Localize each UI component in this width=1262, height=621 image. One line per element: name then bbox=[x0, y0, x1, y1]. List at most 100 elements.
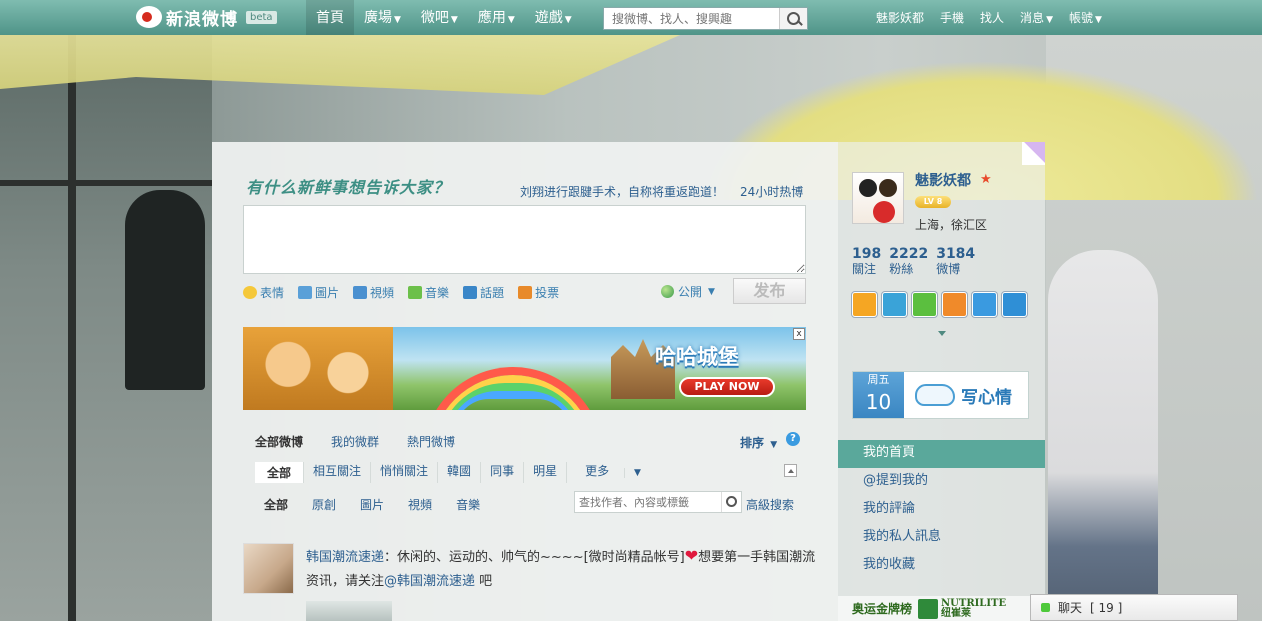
stat-followers[interactable]: 2222 粉絲 bbox=[889, 246, 928, 277]
people-app-icon[interactable] bbox=[1002, 292, 1027, 317]
chevron-down-icon: ▼ bbox=[507, 15, 515, 25]
ad-characters bbox=[243, 327, 393, 410]
weibo-logo[interactable]: 新浪微博 beta bbox=[136, 5, 277, 30]
feed-group-tabs: 全部 相互關注 悄悄關注 韓國 同事 明星 更多 ▼ bbox=[255, 462, 659, 483]
stat-following[interactable]: 198 關注 bbox=[852, 246, 881, 277]
search-icon[interactable] bbox=[779, 8, 807, 29]
group-secret[interactable]: 悄悄關注 bbox=[370, 462, 437, 483]
help-icon[interactable]: ? bbox=[786, 432, 800, 446]
nav-weiba[interactable]: 微吧 ▼ bbox=[411, 0, 468, 35]
ad-title: 哈哈城堡 bbox=[655, 345, 739, 369]
image-icon bbox=[298, 285, 313, 299]
profile-stats: 198 關注 2222 粉絲 3184 微博 bbox=[852, 246, 975, 277]
tool-video[interactable]: 視頻 bbox=[353, 283, 394, 301]
avatar[interactable] bbox=[243, 543, 294, 594]
beta-badge: beta bbox=[246, 10, 277, 24]
profile-name[interactable]: 魅影妖都 bbox=[915, 170, 971, 190]
search-icon[interactable] bbox=[721, 492, 741, 512]
nav-plaza[interactable]: 廣場 ▼ bbox=[354, 0, 411, 35]
weibo-eye-icon bbox=[136, 6, 162, 28]
nav-apps[interactable]: 應用 ▼ bbox=[468, 0, 525, 35]
close-icon[interactable]: x bbox=[793, 328, 805, 340]
group-colleagues[interactable]: 同事 bbox=[480, 462, 523, 483]
nav-find-people[interactable]: 找人 bbox=[972, 0, 1012, 35]
search-input[interactable] bbox=[604, 8, 779, 29]
background-person bbox=[1048, 250, 1158, 621]
composer-tools: 表情 圖片 視頻 音樂 話題 投票 bbox=[243, 283, 559, 301]
stat-posts[interactable]: 3184 微博 bbox=[936, 246, 975, 277]
nav-home[interactable]: 首頁 bbox=[306, 0, 354, 35]
tab-my-groups[interactable]: 我的微群 bbox=[331, 433, 379, 450]
group-more[interactable]: 更多 ▼ bbox=[566, 462, 659, 483]
type-images[interactable]: 圖片 bbox=[360, 496, 384, 513]
menu-favorites[interactable]: 我的收藏 bbox=[838, 552, 1045, 580]
star-app-icon[interactable] bbox=[852, 292, 877, 317]
avatar[interactable] bbox=[852, 172, 904, 224]
type-music[interactable]: 音樂 bbox=[456, 496, 480, 513]
menu-private-messages[interactable]: 我的私人訊息 bbox=[838, 524, 1045, 552]
gift-app-icon[interactable] bbox=[942, 292, 967, 317]
ad-rainbow bbox=[423, 367, 603, 410]
right-sidebar: 魅影妖都 ★ LV 8 上海，徐汇区 198 關注 2222 粉絲 3184 微博 周… bbox=[838, 142, 1045, 621]
feed-image[interactable] bbox=[306, 601, 392, 621]
feed-filter-input[interactable] bbox=[575, 492, 721, 512]
type-all[interactable]: 全部 bbox=[264, 496, 288, 513]
mood-widget[interactable]: 周五 10 写心情 bbox=[852, 371, 1029, 419]
photo-app-icon[interactable] bbox=[972, 292, 997, 317]
visibility-select[interactable]: 公開 ▼ bbox=[661, 283, 715, 300]
tool-image[interactable]: 圖片 bbox=[298, 283, 339, 301]
tool-topic[interactable]: 話題 bbox=[463, 283, 504, 301]
chevron-down-icon: ▼ bbox=[450, 15, 458, 25]
feed-author[interactable]: 韩国潮流速递 bbox=[306, 550, 384, 565]
chevron-down-icon[interactable] bbox=[938, 331, 946, 336]
feed-item-text: 韩国潮流速递：休闲的、运动的、帅气的~~~~[微时尚精品帐号]❤想要第一手韩国潮… bbox=[306, 546, 816, 589]
vip-badge-icon: ★ bbox=[980, 172, 992, 187]
tab-all-weibo[interactable]: 全部微博 bbox=[255, 433, 303, 450]
chevron-down-icon: ▼ bbox=[708, 286, 715, 297]
tab-hot-weibo[interactable]: 熱門微博 bbox=[407, 433, 455, 450]
hot-topic-link[interactable]: 刘翔进行跟腱手术，自称将重返跑道！ bbox=[520, 183, 724, 200]
tool-poll[interactable]: 投票 bbox=[518, 283, 559, 301]
sort-dropdown[interactable]: 排序 ▼ bbox=[740, 434, 777, 451]
tool-emoji[interactable]: 表情 bbox=[243, 283, 284, 301]
main-panel: 有什么新鲜事想告诉大家？ 刘翔进行跟腱手术，自称将重返跑道！ 24小时热博 表情… bbox=[212, 142, 838, 621]
type-video[interactable]: 視頻 bbox=[408, 496, 432, 513]
nav-messages[interactable]: 消息 ▼ bbox=[1012, 0, 1061, 35]
post-button[interactable]: 发布 bbox=[733, 278, 806, 304]
chat-bar[interactable]: 聊天 [ 19 ] bbox=[1030, 594, 1238, 621]
online-status-icon bbox=[1041, 603, 1050, 612]
feed-type-tabs: 全部 原創 圖片 視頻 音樂 bbox=[264, 496, 480, 513]
menu-comments[interactable]: 我的評論 bbox=[838, 496, 1045, 524]
chat-label: 聊天 bbox=[1058, 601, 1083, 615]
group-stars[interactable]: 明星 bbox=[523, 462, 566, 483]
wave-app-icon[interactable] bbox=[882, 292, 907, 317]
music-icon bbox=[408, 285, 423, 299]
type-original[interactable]: 原創 bbox=[312, 496, 336, 513]
group-all[interactable]: 全部 bbox=[255, 462, 304, 483]
video-icon bbox=[353, 285, 368, 299]
sponsor-logo: NUTRILITE 纽崔莱 bbox=[918, 598, 1006, 619]
group-mutual[interactable]: 相互關注 bbox=[303, 462, 370, 483]
nav-username[interactable]: 魅影妖都 bbox=[868, 0, 932, 35]
game-ad-banner[interactable]: 哈哈城堡 PLAY NOW x bbox=[243, 327, 806, 410]
chat-app-icon[interactable] bbox=[912, 292, 937, 317]
app-shortcuts bbox=[852, 292, 1027, 317]
compose-textarea[interactable] bbox=[243, 205, 806, 274]
hot-24h-link[interactable]: 24小时热博 bbox=[740, 183, 803, 200]
feed-mention[interactable]: @韩国潮流速递 bbox=[384, 574, 475, 589]
collapse-icon[interactable] bbox=[784, 464, 797, 477]
page-corner-fold[interactable] bbox=[1022, 142, 1045, 165]
group-korea[interactable]: 韓國 bbox=[437, 462, 480, 483]
nav-mobile[interactable]: 手機 bbox=[932, 0, 972, 35]
background-frame bbox=[0, 180, 212, 186]
menu-my-home[interactable]: 我的首頁 bbox=[838, 440, 1045, 468]
advanced-search-link[interactable]: 高級搜索 bbox=[746, 496, 794, 513]
sponsor-bar[interactable]: 奥运金牌榜 NUTRILITE 纽崔莱 bbox=[838, 596, 1045, 621]
menu-mentions[interactable]: @提到我的 bbox=[838, 468, 1045, 496]
tool-music[interactable]: 音樂 bbox=[408, 283, 449, 301]
chevron-down-icon: ▼ bbox=[623, 468, 650, 478]
nav-account[interactable]: 帳號 ▼ bbox=[1061, 0, 1110, 35]
ad-play-button[interactable]: PLAY NOW bbox=[679, 377, 775, 397]
nav-games[interactable]: 遊戲 ▼ bbox=[525, 0, 582, 35]
composer-prompt: 有什么新鲜事想告诉大家？ bbox=[246, 178, 451, 197]
